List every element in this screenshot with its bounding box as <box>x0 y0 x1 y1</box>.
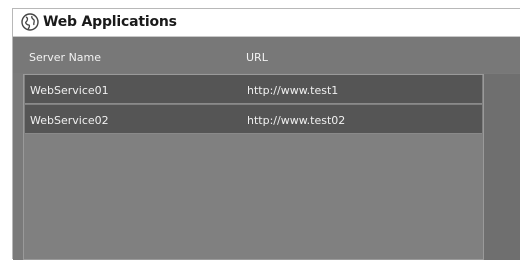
column-header-server-name[interactable]: Server Name <box>29 51 101 64</box>
content-area: Server Name URL WebService01 http://www.… <box>13 37 520 260</box>
column-header-url[interactable]: URL <box>246 51 268 64</box>
globe-icon <box>21 13 39 31</box>
scrollbar-gutter <box>484 74 520 260</box>
title-bar: Web Applications <box>13 9 520 37</box>
url-cell: http://www.test1 <box>247 84 339 97</box>
table-row[interactable]: WebService02 http://www.test02 <box>25 105 482 134</box>
web-applications-window: Web Applications Server Name URL WebServ… <box>12 8 520 260</box>
url-cell: http://www.test02 <box>247 114 346 127</box>
server-name-cell: WebService02 <box>30 114 109 127</box>
table-row[interactable]: WebService01 http://www.test1 <box>25 75 482 104</box>
server-name-cell: WebService01 <box>30 84 109 97</box>
table-header: Server Name URL <box>13 37 520 73</box>
window-title: Web Applications <box>43 14 177 30</box>
server-list: WebService01 http://www.test1 WebService… <box>23 74 484 260</box>
